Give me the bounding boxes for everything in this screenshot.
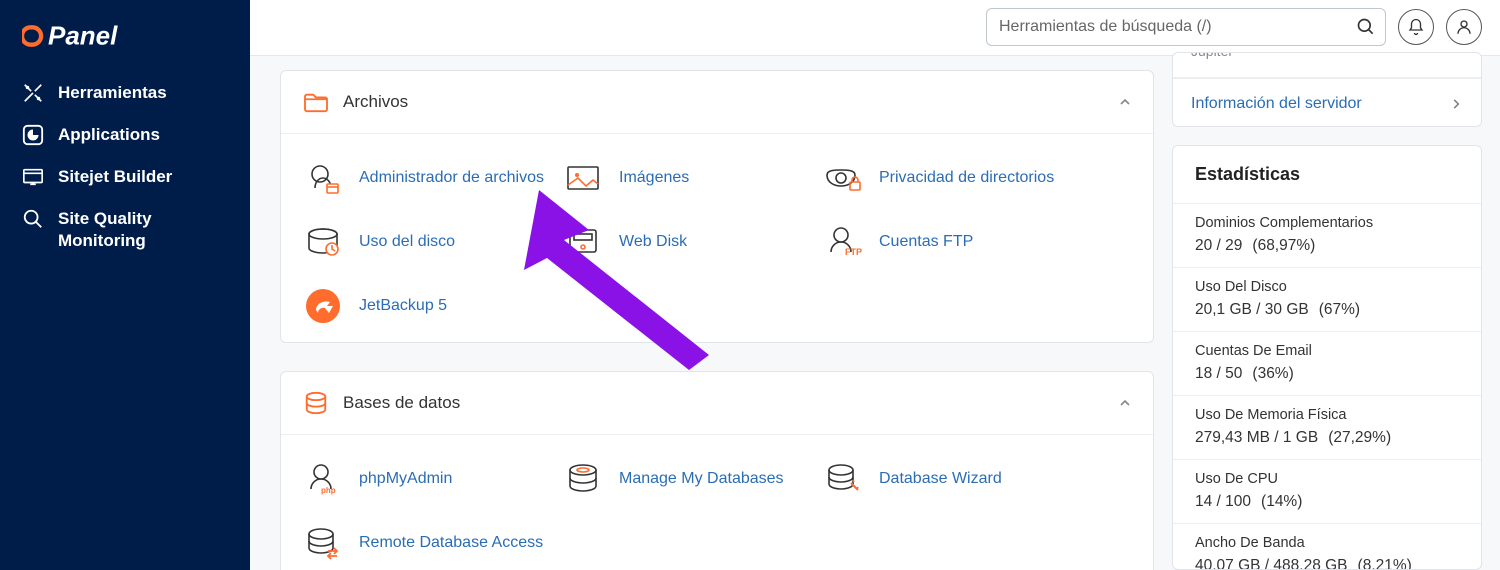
tool-manage-db[interactable]: Manage My Databases	[555, 447, 815, 511]
tool-directory-privacy[interactable]: Privacidad de directorios	[815, 146, 1075, 210]
panel-bases-de-datos: Bases de datos php phpMyAdmin	[280, 371, 1154, 570]
tool-db-wizard[interactable]: Database Wizard	[815, 447, 1075, 511]
tool-label: Administrador de archivos	[359, 169, 544, 187]
tool-remote-db[interactable]: Remote Database Access	[295, 511, 555, 570]
search-button[interactable]	[1350, 11, 1382, 43]
server-info-link[interactable]: Información del servidor	[1173, 78, 1481, 127]
tool-file-manager[interactable]: Administrador de archivos	[295, 146, 555, 210]
web-disk-icon	[563, 222, 603, 262]
panel-title: Bases de datos	[343, 393, 460, 413]
stat-title: Cuentas De Email	[1195, 343, 1459, 359]
search-input[interactable]	[986, 8, 1386, 46]
apps-icon	[22, 124, 44, 146]
tools-icon	[22, 82, 44, 104]
tool-web-disk[interactable]: Web Disk	[555, 210, 815, 274]
stat-row: Cuentas De Email 18 / 50(36%)	[1173, 332, 1481, 396]
sidebar: Panel Herramientas Applications Sitej	[0, 0, 250, 570]
chevron-right-icon	[1449, 97, 1463, 111]
tool-label: JetBackup 5	[359, 297, 447, 315]
tool-phpmyadmin[interactable]: php phpMyAdmin	[295, 447, 555, 511]
tool-disk-usage[interactable]: Uso del disco	[295, 210, 555, 274]
tool-label: Manage My Databases	[619, 470, 784, 488]
tool-ftp-accounts[interactable]: FTP Cuentas FTP	[815, 210, 1075, 274]
images-icon	[563, 158, 603, 198]
tool-label: Cuentas FTP	[879, 233, 973, 251]
tool-label: Remote Database Access	[359, 534, 543, 552]
svg-text:php: php	[321, 486, 336, 495]
stat-row: Dominios Complementarios 20 / 29(68,97%)	[1173, 204, 1481, 268]
jetbackup-icon	[303, 286, 343, 326]
folder-icon	[303, 89, 329, 115]
panel-title: Archivos	[343, 92, 408, 112]
file-manager-icon	[303, 158, 343, 198]
tool-label: Imágenes	[619, 169, 689, 187]
stat-row: Uso Del Disco 20,1 GB / 30 GB(67%)	[1173, 268, 1481, 332]
stat-value: 18 / 50(36%)	[1195, 365, 1459, 383]
remote-db-icon	[303, 523, 343, 563]
header	[250, 0, 1500, 56]
server-info-label: Información del servidor	[1191, 95, 1362, 113]
panel-header-databases[interactable]: Bases de datos	[281, 372, 1153, 435]
notifications-button[interactable]	[1398, 9, 1434, 45]
stat-title: Dominios Complementarios	[1195, 215, 1459, 231]
tool-label: Web Disk	[619, 233, 687, 251]
chevron-up-icon[interactable]	[1117, 395, 1133, 411]
database-icon	[303, 390, 329, 416]
sidebar-item-sitejet[interactable]: Sitejet Builder	[0, 156, 250, 198]
phpmyadmin-icon: php	[303, 459, 343, 499]
svg-text:Panel: Panel	[48, 21, 118, 51]
svg-text:FTP: FTP	[845, 247, 862, 257]
stat-title: Uso De Memoria Física	[1195, 407, 1459, 423]
panel-archivos: Archivos Administrador de archivos	[280, 70, 1154, 343]
stat-row: Uso De Memoria Física 279,43 MB / 1 GB(2…	[1173, 396, 1481, 460]
user-button[interactable]	[1446, 9, 1482, 45]
tool-label: Uso del disco	[359, 233, 455, 251]
stat-title: Uso De CPU	[1195, 471, 1459, 487]
stat-title: Uso Del Disco	[1195, 279, 1459, 295]
stat-row: Ancho De Banda 40,07 GB / 488,28 GB(8,21…	[1173, 524, 1481, 570]
sidebar-item-label: Applications	[58, 124, 160, 146]
theme-cut-row: Jupiter	[1173, 53, 1481, 78]
panel-header-archivos[interactable]: Archivos	[281, 71, 1153, 134]
disk-usage-icon	[303, 222, 343, 262]
bell-icon	[1407, 18, 1425, 36]
server-link-panel: Jupiter Información del servidor	[1172, 52, 1482, 127]
manage-db-icon	[563, 459, 603, 499]
monitor-icon	[22, 208, 44, 230]
stat-title: Ancho De Banda	[1195, 535, 1459, 551]
sidebar-item-label: Herramientas	[58, 82, 167, 104]
stats-title: Estadísticas	[1173, 146, 1481, 204]
stat-row: Uso De CPU 14 / 100(14%)	[1173, 460, 1481, 524]
stat-value: 279,43 MB / 1 GB(27,29%)	[1195, 429, 1459, 447]
sidebar-item-applications[interactable]: Applications	[0, 114, 250, 156]
stats-panel: Estadísticas Dominios Complementarios 20…	[1172, 145, 1482, 570]
stat-value: 20,1 GB / 30 GB(67%)	[1195, 301, 1459, 319]
ftp-icon: FTP	[823, 222, 863, 262]
tool-images[interactable]: Imágenes	[555, 146, 815, 210]
user-icon	[1455, 18, 1473, 36]
search-icon	[1356, 17, 1376, 37]
dir-privacy-icon	[823, 158, 863, 198]
stat-value: 40,07 GB / 488,28 GB(8,21%)	[1195, 557, 1459, 570]
stat-value: 14 / 100(14%)	[1195, 493, 1459, 511]
chevron-up-icon[interactable]	[1117, 94, 1133, 110]
search-input-wrap	[986, 8, 1386, 46]
stat-value: 20 / 29(68,97%)	[1195, 237, 1459, 255]
tool-label: Privacidad de directorios	[879, 169, 1054, 187]
sitejet-icon	[22, 166, 44, 188]
sidebar-item-herramientas[interactable]: Herramientas	[0, 72, 250, 114]
sidebar-item-label: Sitejet Builder	[58, 166, 172, 188]
tool-label: Database Wizard	[879, 470, 1002, 488]
sidebar-item-label: Site Quality Monitoring	[58, 208, 228, 252]
tool-jetbackup[interactable]: JetBackup 5	[295, 274, 555, 338]
logo[interactable]: Panel	[0, 20, 250, 72]
db-wizard-icon	[823, 459, 863, 499]
sidebar-item-site-quality[interactable]: Site Quality Monitoring	[0, 198, 250, 262]
tool-label: phpMyAdmin	[359, 470, 452, 488]
